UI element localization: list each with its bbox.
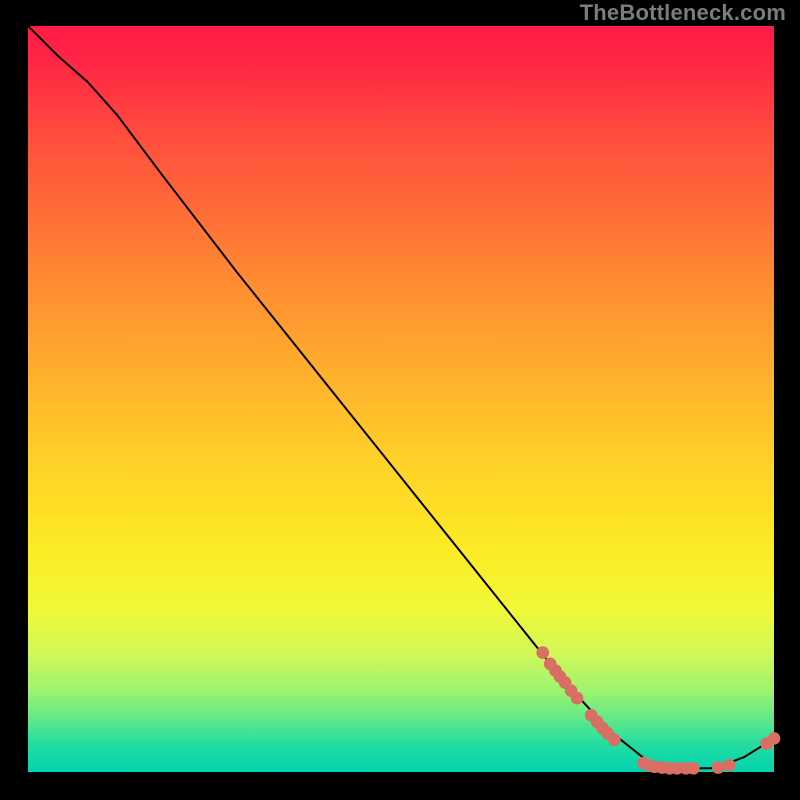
scatter-point [723, 759, 736, 772]
scatter-point [608, 734, 621, 747]
chart-svg [28, 26, 774, 772]
scatter-point [687, 762, 700, 775]
scatter-point [536, 646, 549, 659]
scatter-point [712, 761, 725, 774]
watermark-label: TheBottleneck.com [580, 0, 786, 26]
scatter-point [768, 732, 781, 745]
scatter-group [536, 646, 780, 774]
bottleneck-curve [28, 26, 774, 768]
chart-container: TheBottleneck.com [0, 0, 800, 800]
plot-area [28, 26, 774, 772]
scatter-point [571, 692, 584, 705]
